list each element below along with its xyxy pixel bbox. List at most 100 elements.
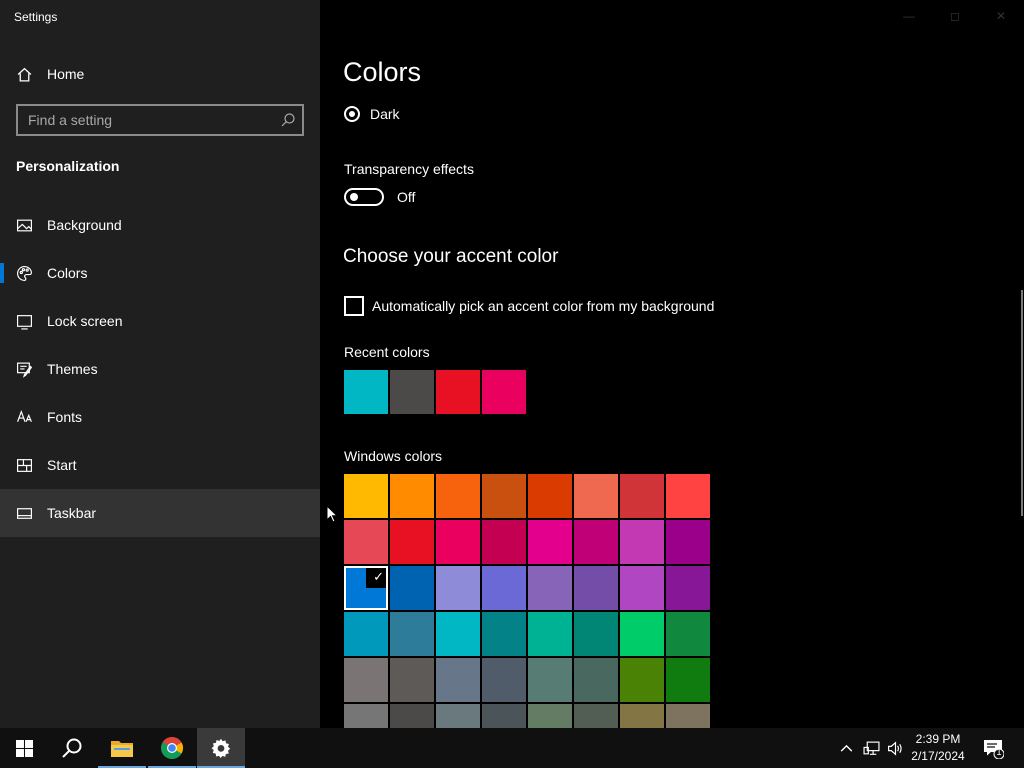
windows-color-swatch[interactable] — [620, 474, 664, 518]
home-link[interactable]: Home — [16, 63, 84, 85]
dark-mode-option[interactable]: Dark — [344, 106, 400, 122]
transparency-toggle-row[interactable]: Off — [344, 188, 415, 206]
auto-accent-label: Automatically pick an accent color from … — [372, 298, 715, 314]
windows-color-swatch[interactable] — [620, 704, 664, 728]
taskbar-icon — [16, 505, 33, 522]
auto-accent-option[interactable]: Automatically pick an accent color from … — [344, 296, 714, 316]
recent-color-swatch[interactable] — [344, 370, 388, 414]
recent-colors-label: Recent colors — [344, 344, 430, 360]
windows-color-swatch[interactable] — [620, 520, 664, 564]
start-button[interactable] — [0, 728, 48, 768]
windows-color-swatch[interactable] — [390, 474, 434, 518]
windows-color-swatch[interactable] — [344, 658, 388, 702]
windows-color-swatch[interactable] — [436, 658, 480, 702]
windows-color-swatch[interactable] — [344, 474, 388, 518]
sidebar-item-fonts[interactable]: Fonts — [0, 393, 320, 441]
windows-color-swatch[interactable] — [390, 520, 434, 564]
windows-color-swatch[interactable] — [574, 566, 618, 610]
windows-color-swatch[interactable] — [482, 612, 526, 656]
windows-color-swatch[interactable] — [574, 520, 618, 564]
windows-color-swatch[interactable] — [574, 704, 618, 728]
windows-color-swatch[interactable] — [528, 474, 572, 518]
windows-color-swatch[interactable] — [344, 612, 388, 656]
windows-colors-grid: ✓ — [344, 474, 710, 728]
dark-mode-label: Dark — [370, 106, 400, 122]
windows-color-swatch[interactable] — [482, 566, 526, 610]
windows-color-swatch[interactable] — [666, 658, 710, 702]
windows-color-swatch[interactable] — [482, 704, 526, 728]
windows-color-swatch[interactable] — [482, 474, 526, 518]
windows-color-swatch[interactable] — [390, 566, 434, 610]
windows-color-swatch[interactable] — [666, 704, 710, 728]
windows-color-swatch[interactable] — [390, 704, 434, 728]
transparency-toggle[interactable] — [344, 188, 384, 206]
windows-color-swatch[interactable] — [620, 566, 664, 610]
windows-colors-label: Windows colors — [344, 448, 443, 464]
accent-color-heading: Choose your accent color — [343, 246, 559, 267]
windows-color-swatch[interactable] — [436, 520, 480, 564]
search-box[interactable] — [16, 104, 304, 136]
windows-color-swatch[interactable] — [436, 474, 480, 518]
windows-color-swatch[interactable] — [666, 566, 710, 610]
windows-color-swatch[interactable] — [528, 566, 572, 610]
volume-button[interactable] — [884, 728, 906, 768]
network-button[interactable] — [860, 728, 882, 768]
windows-color-swatch[interactable]: ✓ — [344, 566, 388, 610]
sidebar-item-label: Fonts — [47, 409, 83, 425]
recent-color-swatch[interactable] — [436, 370, 480, 414]
sidebar-item-label: Start — [47, 457, 77, 473]
settings-button[interactable] — [197, 728, 245, 768]
sidebar-item-lock-screen[interactable]: Lock screen — [0, 297, 320, 345]
home-label: Home — [47, 66, 85, 82]
lock-screen-icon — [16, 313, 33, 330]
search-icon — [61, 737, 83, 759]
sidebar-item-background[interactable]: Background — [0, 201, 320, 249]
windows-color-swatch[interactable] — [436, 566, 480, 610]
show-hidden-icons-button[interactable] — [836, 728, 856, 768]
sidebar-item-themes[interactable]: Themes — [0, 345, 320, 393]
windows-color-swatch[interactable] — [528, 704, 572, 728]
windows-color-swatch[interactable] — [528, 520, 572, 564]
windows-color-swatch[interactable] — [666, 612, 710, 656]
scrollbar[interactable] — [1021, 290, 1023, 516]
windows-color-swatch[interactable] — [482, 520, 526, 564]
recent-color-swatch[interactable] — [390, 370, 434, 414]
close-icon[interactable]: ✕ — [978, 0, 1024, 32]
windows-color-swatch[interactable] — [436, 612, 480, 656]
action-center-button[interactable]: 1 — [978, 728, 1008, 768]
windows-color-swatch[interactable] — [436, 704, 480, 728]
minimize-icon[interactable]: — — [886, 0, 932, 32]
windows-color-swatch[interactable] — [528, 658, 572, 702]
dark-mode-radio[interactable] — [344, 106, 360, 122]
sidebar-item-taskbar[interactable]: Taskbar — [0, 489, 320, 537]
windows-color-swatch[interactable] — [390, 658, 434, 702]
sidebar-item-start[interactable]: Start — [0, 441, 320, 489]
windows-color-swatch[interactable] — [574, 658, 618, 702]
windows-color-swatch[interactable] — [390, 612, 434, 656]
windows-color-swatch[interactable] — [620, 612, 664, 656]
auto-accent-checkbox[interactable] — [344, 296, 364, 316]
windows-color-swatch[interactable] — [574, 612, 618, 656]
file-explorer-button[interactable] — [98, 728, 146, 768]
windows-color-swatch[interactable] — [666, 474, 710, 518]
windows-color-swatch[interactable] — [344, 520, 388, 564]
windows-color-swatch[interactable] — [528, 612, 572, 656]
windows-color-swatch[interactable] — [666, 520, 710, 564]
recent-color-swatch[interactable] — [482, 370, 526, 414]
windows-color-swatch[interactable] — [482, 658, 526, 702]
clock-time: 2:39 PM — [915, 732, 961, 746]
search-button[interactable] — [48, 728, 96, 768]
sidebar-item-colors[interactable]: Colors — [0, 249, 320, 297]
image-icon — [16, 217, 33, 234]
clock[interactable]: 2:39 PM 2/17/2024 — [906, 731, 970, 765]
recent-colors — [344, 370, 526, 414]
search-icon[interactable] — [280, 112, 296, 128]
settings-sidebar: Settings Home Personalization Background… — [0, 0, 320, 728]
windows-color-swatch[interactable] — [620, 658, 664, 702]
sidebar-item-label: Lock screen — [47, 313, 123, 329]
windows-color-swatch[interactable] — [574, 474, 618, 518]
chrome-button[interactable] — [148, 728, 196, 768]
maximize-icon[interactable]: ◻ — [932, 0, 978, 32]
search-input[interactable] — [18, 106, 268, 134]
windows-color-swatch[interactable] — [344, 704, 388, 728]
